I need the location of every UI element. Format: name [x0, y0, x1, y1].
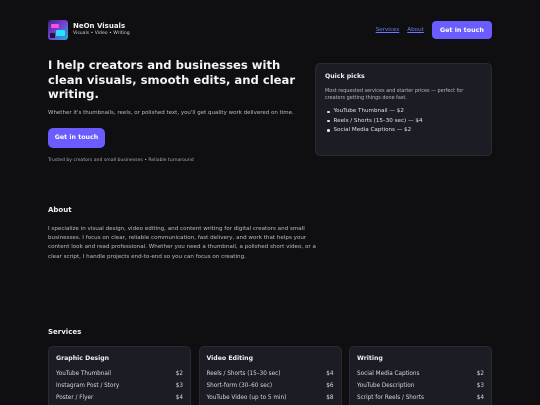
price-row: Short-form (30–60 sec) $6 — [207, 380, 334, 392]
brand-text: NeOn Visuals Visuals • Video • Writing — [73, 23, 130, 37]
hero-get-in-touch-button[interactable]: Get in touch — [48, 127, 105, 148]
services-cards: Graphic Design YouTube Thumbnail $2 Insta… — [48, 346, 492, 405]
price-row: Poster / Flyer $4 — [56, 392, 183, 404]
service-price: $3 — [476, 383, 484, 390]
hero-title: I help creators and businesses with clea… — [48, 58, 296, 101]
about-title: About — [48, 206, 72, 214]
service-price: $8 — [326, 395, 334, 402]
brand-tagline: Visuals • Video • Writing — [73, 31, 130, 37]
brand-name: NeOn Visuals — [73, 22, 126, 31]
service-name: YouTube Thumbnail — [56, 371, 112, 377]
service-card-writing: Writing Social Media Captions $2 YouTube … — [349, 346, 492, 405]
brand[interactable]: NeOn Visuals Visuals • Video • Writing — [48, 20, 130, 40]
service-card-graphic-design: Graphic Design YouTube Thumbnail $2 Insta… — [48, 346, 191, 405]
about-text: I specialize in visual design, video edi… — [48, 226, 316, 260]
quick-picks-description: Most requested services and starter pric… — [325, 88, 464, 102]
price-row: Instagram Post / Story $3 — [56, 380, 183, 392]
service-name: Short-form (30–60 sec) — [206, 383, 273, 390]
hero-section: I help creators and businesses with clea… — [48, 58, 303, 163]
nav-link-services[interactable]: Services — [376, 27, 400, 33]
header-get-in-touch-button[interactable]: Get in touch — [431, 21, 492, 39]
service-name: Instagram Post / Story — [56, 383, 120, 390]
service-price: $4 — [476, 395, 484, 402]
bullet-icon — [327, 110, 330, 114]
price-row: Social Media Captions $2 — [357, 368, 484, 380]
hero-trust-note: Trusted by creators and small businesses… — [48, 157, 194, 163]
service-card-title: Writing — [357, 355, 383, 362]
price-row: YouTube Description $3 — [357, 380, 484, 392]
list-item: Social Media Captions — $2 — [325, 126, 482, 135]
brand-logo-icon — [48, 20, 68, 40]
service-price: $4 — [326, 371, 334, 377]
price-row: YouTube Video (up to 5 min) $8 — [207, 392, 334, 404]
service-name: YouTube Description — [357, 383, 415, 390]
hero-description: Whether it's thumbnails, reels, or polis… — [48, 109, 294, 116]
bullet-icon — [327, 119, 330, 123]
services-title: Services — [48, 328, 82, 336]
service-card-title: Graphic Design — [56, 355, 110, 362]
quick-pick-label: Social Media Captions — $2 — [333, 126, 412, 133]
top-nav: Services About Get in touch — [376, 21, 492, 39]
list-item: YouTube Thumbnail — $2 — [325, 107, 482, 116]
quick-pick-label: Reels / Shorts (15–30 sec) — $4 — [333, 117, 423, 124]
service-name: Poster / Flyer — [56, 395, 94, 402]
service-price: $3 — [175, 383, 183, 390]
service-name: Script for Reels / Shorts — [357, 395, 424, 402]
list-item: Reels / Shorts (15–30 sec) — $4 — [325, 117, 482, 126]
site-header: NeOn Visuals Visuals • Video • Writing S… — [48, 20, 492, 40]
quick-picks-card: Quick picks Most requested services and … — [315, 63, 492, 156]
service-card-video-editing: Video Editing Reels / Shorts (15–30 sec)… — [198, 346, 342, 405]
bullet-icon — [327, 129, 330, 132]
about-section: About I specialize in visual design, vid… — [48, 206, 322, 262]
price-row: Reels / Shorts (15–30 sec) $4 — [207, 368, 334, 380]
nav-link-about[interactable]: About — [407, 27, 424, 33]
service-card-title: Video Editing — [206, 355, 254, 362]
service-name: Reels / Shorts (15–30 sec) — [206, 371, 281, 377]
service-price: $2 — [476, 371, 484, 377]
price-row: YouTube Thumbnail $2 — [56, 368, 183, 380]
price-row: Script for Reels / Shorts $4 — [357, 392, 484, 404]
quick-picks-title: Quick picks — [325, 73, 365, 80]
service-price: $4 — [175, 395, 183, 402]
service-name: YouTube Video (up to 5 min) — [206, 395, 287, 402]
quick-picks-list: YouTube Thumbnail — $2 Reels / Shorts (1… — [325, 107, 482, 135]
service-price: $2 — [175, 371, 183, 377]
service-price: $6 — [326, 383, 334, 390]
service-name: Social Media Captions — [357, 371, 420, 377]
quick-pick-label: YouTube Thumbnail — $2 — [333, 108, 404, 115]
